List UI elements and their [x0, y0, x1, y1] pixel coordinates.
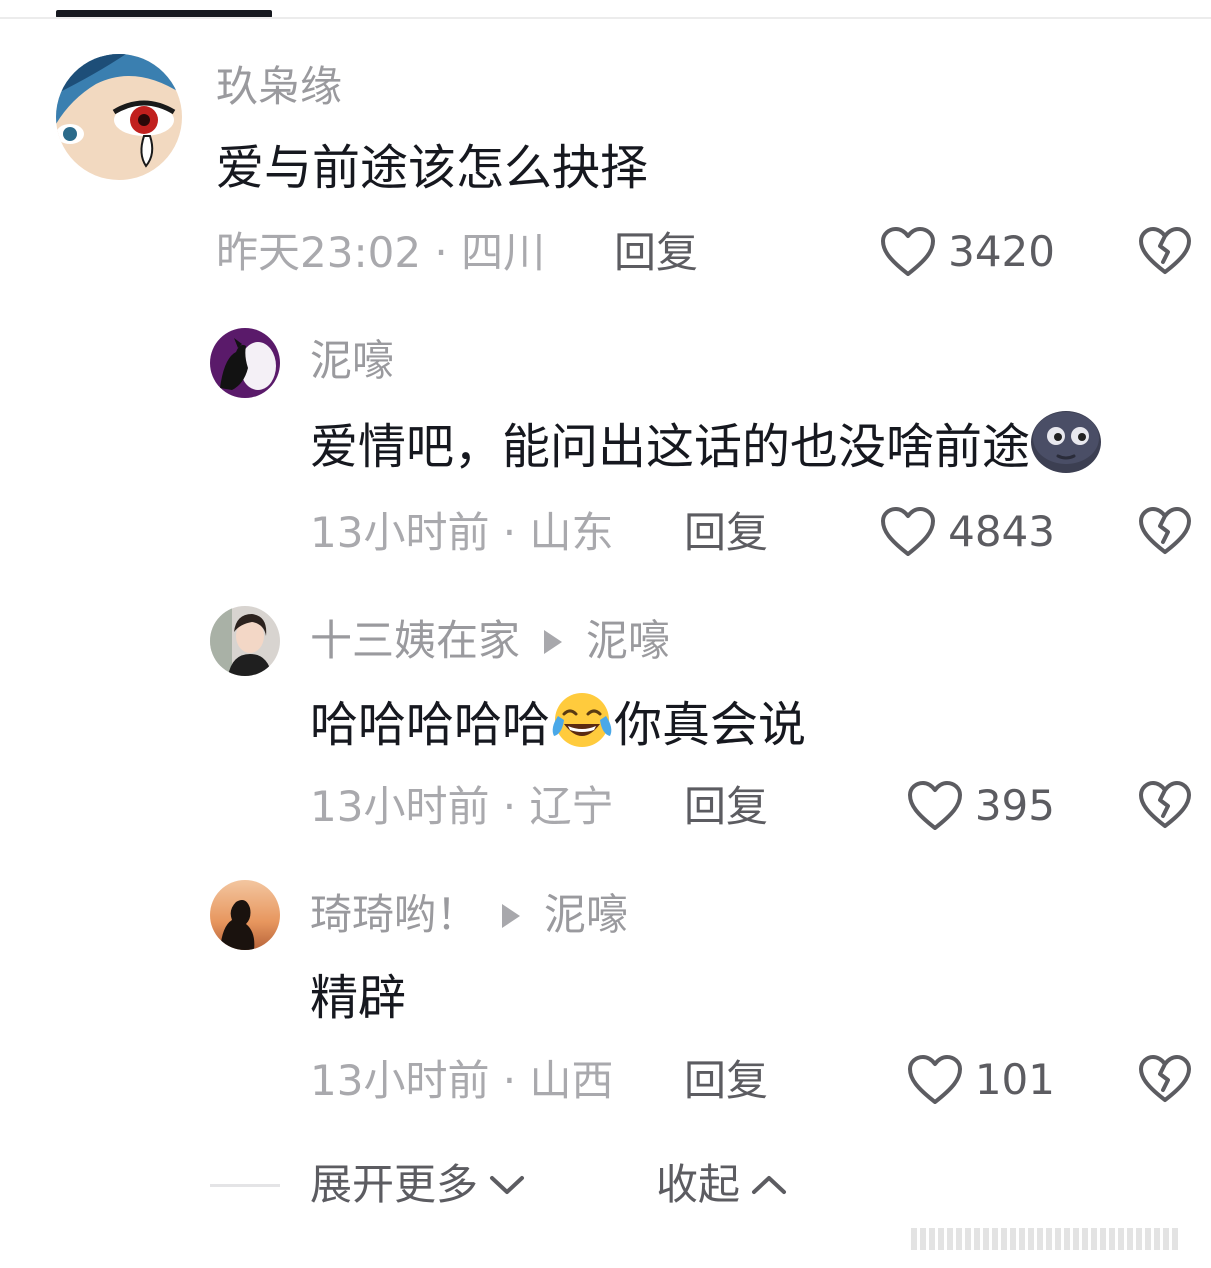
comment-text-body: 爱情吧，能问出这话的也没啥前途 — [310, 419, 1031, 475]
reply-button[interactable]: 回复 — [684, 786, 768, 828]
reply-target-user[interactable]: 泥嚎 — [586, 616, 670, 665]
heart-outline-icon — [881, 227, 936, 276]
comment-text-part: 哈哈哈哈哈 — [310, 697, 551, 753]
username[interactable]: 十三姨在家 泥嚎 — [310, 620, 670, 662]
new-moon-face-emoji — [1030, 410, 1102, 482]
footer-divider — [210, 1184, 280, 1187]
like-count: 4843 — [948, 507, 1055, 556]
expand-more-button[interactable]: 展开更多 — [310, 1164, 526, 1206]
like-count: 101 — [974, 1055, 1055, 1104]
comment-timestamp-location: 13小时前 · 山东 — [310, 508, 614, 557]
like-count: 395 — [974, 781, 1055, 830]
broken-heart-icon[interactable] — [1138, 780, 1192, 830]
reply-target-user[interactable]: 泥嚎 — [544, 890, 628, 939]
comment-thread-page: 玖枭缘 爱与前途该怎么抉择 昨天23:02 · 四川 回复 3420 泥嚎 爱情… — [0, 0, 1211, 1268]
like-button[interactable]: 101 — [907, 1054, 1055, 1106]
comment-text-part: 你真会说 — [614, 697, 807, 753]
avatar[interactable] — [56, 54, 182, 180]
avatar[interactable] — [210, 606, 280, 676]
avatar[interactable] — [210, 880, 280, 950]
tab-bar-divider — [0, 17, 1211, 19]
username[interactable]: 琦琦哟！ 泥嚎 — [310, 894, 628, 936]
broken-heart-icon[interactable] — [1138, 1054, 1192, 1104]
collapse-button[interactable]: 收起 — [656, 1164, 788, 1206]
watermark — [911, 1226, 1201, 1252]
chevron-up-icon — [752, 1176, 787, 1194]
comment-timestamp-location: 13小时前 · 辽宁 — [310, 782, 614, 831]
comment-text: 哈哈哈哈哈 你真会说 — [310, 693, 807, 758]
tears-of-joy-emoji — [550, 690, 614, 758]
comment-timestamp-location: 13小时前 · 山西 — [310, 1056, 614, 1105]
like-button[interactable]: 3420 — [880, 226, 1055, 278]
comment-text: 爱情吧，能问出这话的也没啥前途 — [310, 411, 1102, 482]
heart-outline-icon — [881, 507, 936, 556]
comment-text: 精辟 — [310, 970, 407, 1026]
avatar[interactable] — [210, 328, 280, 398]
collapse-label: 收起 — [656, 1160, 741, 1209]
broken-heart-icon[interactable] — [1138, 226, 1192, 276]
reply-button[interactable]: 回复 — [684, 1060, 768, 1102]
triangle-right-icon — [502, 903, 521, 928]
broken-heart-icon[interactable] — [1138, 506, 1192, 556]
like-button[interactable]: 395 — [907, 780, 1055, 832]
triangle-right-icon — [544, 629, 563, 654]
username[interactable]: 玖枭缘 — [216, 66, 342, 108]
reply-button[interactable]: 回复 — [684, 512, 768, 554]
chevron-down-icon — [490, 1176, 525, 1194]
reply-author[interactable]: 十三姨在家 — [310, 616, 520, 665]
reply-author[interactable]: 琦琦哟！ — [310, 890, 478, 939]
heart-outline-icon — [907, 1055, 962, 1104]
username[interactable]: 泥嚎 — [310, 340, 394, 382]
expand-more-label: 展开更多 — [310, 1160, 479, 1209]
comment-text: 爱与前途该怎么抉择 — [216, 140, 649, 196]
reply-button[interactable]: 回复 — [614, 232, 698, 274]
heart-outline-icon — [907, 781, 962, 830]
like-count: 3420 — [948, 227, 1055, 276]
comment-timestamp-location: 昨天23:02 · 四川 — [216, 228, 546, 277]
like-button[interactable]: 4843 — [880, 506, 1055, 558]
